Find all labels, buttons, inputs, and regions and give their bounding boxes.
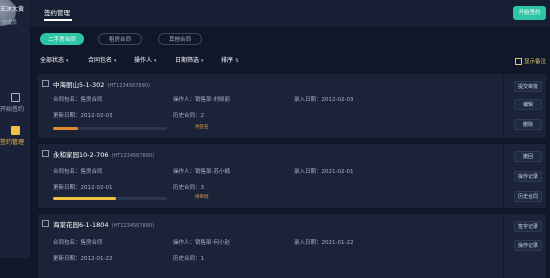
edit-button[interactable]: 编辑 (514, 99, 542, 110)
tab-other[interactable]: 其他合同 (158, 33, 202, 45)
divider (503, 74, 504, 138)
contract-operator: 操作人：销售部-苏小楠 (173, 169, 230, 175)
folder-icon (10, 126, 20, 135)
contract-history: 历史合同：2 (173, 113, 204, 119)
sidebar: 王沐大黄 管理员 开始签约 签约管理 (0, 0, 30, 258)
progress-fill (53, 127, 79, 130)
contract-update-date: 更新日期：2012-01-22 (53, 256, 113, 262)
checkbox-icon (514, 58, 522, 65)
progress-fill (53, 197, 116, 200)
sidebar-item-label: 开始签约 (0, 106, 24, 113)
divider (503, 214, 504, 278)
show-notes-checkbox[interactable]: 显示备注 (514, 57, 546, 65)
chevron-down-icon: ▾ (154, 58, 157, 64)
withdraw-button[interactable]: 撤回 (514, 151, 542, 162)
contract-title: 海棠花园6-1-1804 (HT1234567890) (53, 221, 155, 229)
document-icon (10, 93, 20, 102)
filter-status[interactable]: 全部状态 ▾ (40, 55, 69, 64)
tab-second-hand[interactable]: 二手房合同 (40, 33, 84, 45)
card-checkbox[interactable] (42, 220, 49, 227)
chevron-down-icon: ▾ (114, 58, 117, 64)
progress-bar (53, 197, 167, 200)
divider (503, 144, 504, 208)
contract-package: 合同包名：售房合同 (53, 240, 103, 246)
user-role: 管理员 (2, 20, 18, 26)
progress-bar (53, 127, 167, 130)
contract-package: 合同包名：售房合同 (53, 169, 103, 175)
tab-rental[interactable]: 租房合同 (98, 33, 142, 45)
signature-log-button[interactable]: 签字记录 (514, 221, 542, 232)
filter-operator[interactable]: 操作人 ▾ (134, 55, 157, 64)
history-contracts-button[interactable]: 历史合同 (514, 191, 542, 202)
contract-entry-date: 录入日期：2021-01-22 (294, 240, 354, 246)
contract-history: 历史合同：1 (173, 256, 204, 262)
operation-log-button[interactable]: 操作记录 (514, 240, 542, 251)
chevron-down-icon: ▾ (66, 58, 69, 64)
contract-title: 永和家园10-2-706 (HT1234567890) (53, 151, 155, 159)
contract-operator: 操作人：销售部-刘晓丽 (173, 97, 230, 103)
card-checkbox[interactable] (42, 80, 49, 87)
sidebar-item-signing-management[interactable]: 签约管理 (0, 126, 30, 146)
contract-title: 中海丽山5-1-302 (HT1234567890) (53, 81, 150, 89)
progress-status: 待审批 (195, 195, 209, 200)
submit-approval-button[interactable]: 提交审批 (514, 81, 542, 92)
filter-date[interactable]: 日期筛选 ▾ (175, 55, 204, 64)
contract-card: 中海丽山5-1-302 (HT1234567890) 合同包名：售房合同 操作人：… (38, 74, 546, 138)
start-signing-button[interactable]: 开始签约 (513, 6, 546, 20)
contract-card: 永和家园10-2-706 (HT1234567890) 合同包名：售房合同 操作人… (38, 144, 546, 208)
progress-status: 待签名 (195, 125, 209, 130)
sidebar-item-label: 签约管理 (0, 139, 24, 146)
contract-history: 历史合同：3 (173, 185, 204, 191)
delete-button[interactable]: 删除 (514, 119, 542, 130)
page-title[interactable]: 签约管理 (44, 7, 70, 17)
tab-underline (44, 19, 72, 21)
contract-entry-date: 录入日期：2021-02-01 (294, 169, 354, 175)
contract-entry-date: 录入日期：2012-02-03 (294, 97, 354, 103)
operation-log-button[interactable]: 操作记录 (514, 171, 542, 182)
contract-update-date: 更新日期：2012-02-03 (53, 113, 113, 119)
user-name: 王沐大黄 (0, 6, 25, 13)
chevron-down-icon: ▾ (201, 58, 204, 64)
sidebar-item-start-signing[interactable]: 开始签约 (0, 93, 30, 113)
card-checkbox[interactable] (42, 150, 49, 157)
sort-icon: ⇅ (235, 58, 240, 64)
topbar: 签约管理 开始签约 (30, 0, 550, 27)
sort[interactable]: 排序 ⇅ (221, 55, 239, 64)
contract-update-date: 更新日期：2012-02-01 (53, 185, 113, 191)
contract-card: 海棠花园6-1-1804 (HT1234567890) 合同包名：售房合同 操作人… (38, 214, 546, 278)
contract-package: 合同包名：售房合同 (53, 97, 103, 103)
contract-operator: 操作人：销售部-何小赵 (173, 240, 230, 246)
filter-package[interactable]: 合同包名 ▾ (88, 55, 117, 64)
